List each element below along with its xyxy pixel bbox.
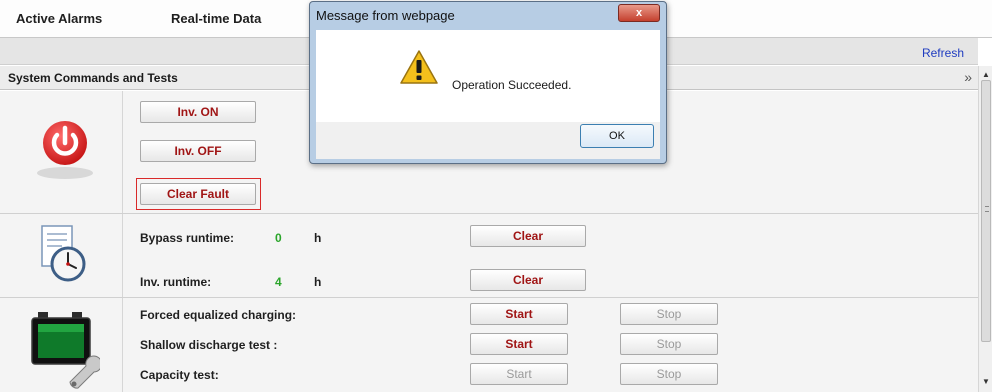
capacity-test-label: Capacity test: [140,368,219,382]
vertical-scrollbar[interactable]: ▲ ▼ [978,66,992,392]
scroll-down-icon[interactable]: ▼ [982,377,990,386]
tab-active-alarms[interactable]: Active Alarms [16,11,102,26]
bypass-runtime-value: 0 [275,231,282,245]
message-dialog: Message from webpage x Operation Succeed… [309,1,667,164]
scrollbar-grip [985,206,989,212]
ok-button[interactable]: OK [580,124,654,148]
section-divider [122,298,123,392]
dialog-body [316,30,660,122]
tab-real-time-data[interactable]: Real-time Data [171,11,261,26]
dialog-title: Message from webpage [316,8,455,23]
forced-equalized-charging-label: Forced equalized charging: [140,308,297,322]
bypass-runtime-label: Bypass runtime: [140,231,235,245]
section-divider [122,214,123,297]
clear-inv-runtime-button[interactable]: Clear [470,269,586,291]
capacity-test-start-button[interactable]: Start [470,363,568,385]
clear-fault-button[interactable]: Clear Fault [140,183,256,205]
forced-equalized-charging-start-button[interactable]: Start [470,303,568,325]
runtime-section: Bypass runtime: 0 h Clear Inv. runtime: … [0,214,978,298]
bypass-runtime-unit: h [314,231,322,245]
dialog-close-button[interactable]: x [618,4,660,22]
clear-bypass-runtime-button[interactable]: Clear [470,225,586,247]
collapse-chevron-icon[interactable]: » [964,69,972,85]
battery-tests-section: Forced equalized charging: Start Stop Sh… [0,298,978,392]
section-divider [122,91,123,213]
scrollbar-thumb[interactable] [981,80,991,342]
dialog-message: Operation Succeeded. [452,78,572,92]
refresh-link[interactable]: Refresh [922,46,964,60]
battery-wrench-icon [31,312,100,389]
panel-title: System Commands and Tests [8,71,178,85]
scroll-up-icon[interactable]: ▲ [982,70,990,79]
warning-icon [400,50,438,84]
inv-runtime-value: 4 [275,275,282,289]
forced-equalized-charging-stop-button[interactable]: Stop [620,303,718,325]
power-icon [37,121,93,179]
inv-on-button[interactable]: Inv. ON [140,101,256,123]
shallow-discharge-test-stop-button[interactable]: Stop [620,333,718,355]
shallow-discharge-test-label: Shallow discharge test : [140,338,278,352]
shallow-discharge-test-start-button[interactable]: Start [470,333,568,355]
clock-document-icon [41,225,86,282]
capacity-test-stop-button[interactable]: Stop [620,363,718,385]
inv-runtime-label: Inv. runtime: [140,275,212,289]
inv-off-button[interactable]: Inv. OFF [140,140,256,162]
inv-runtime-unit: h [314,275,322,289]
